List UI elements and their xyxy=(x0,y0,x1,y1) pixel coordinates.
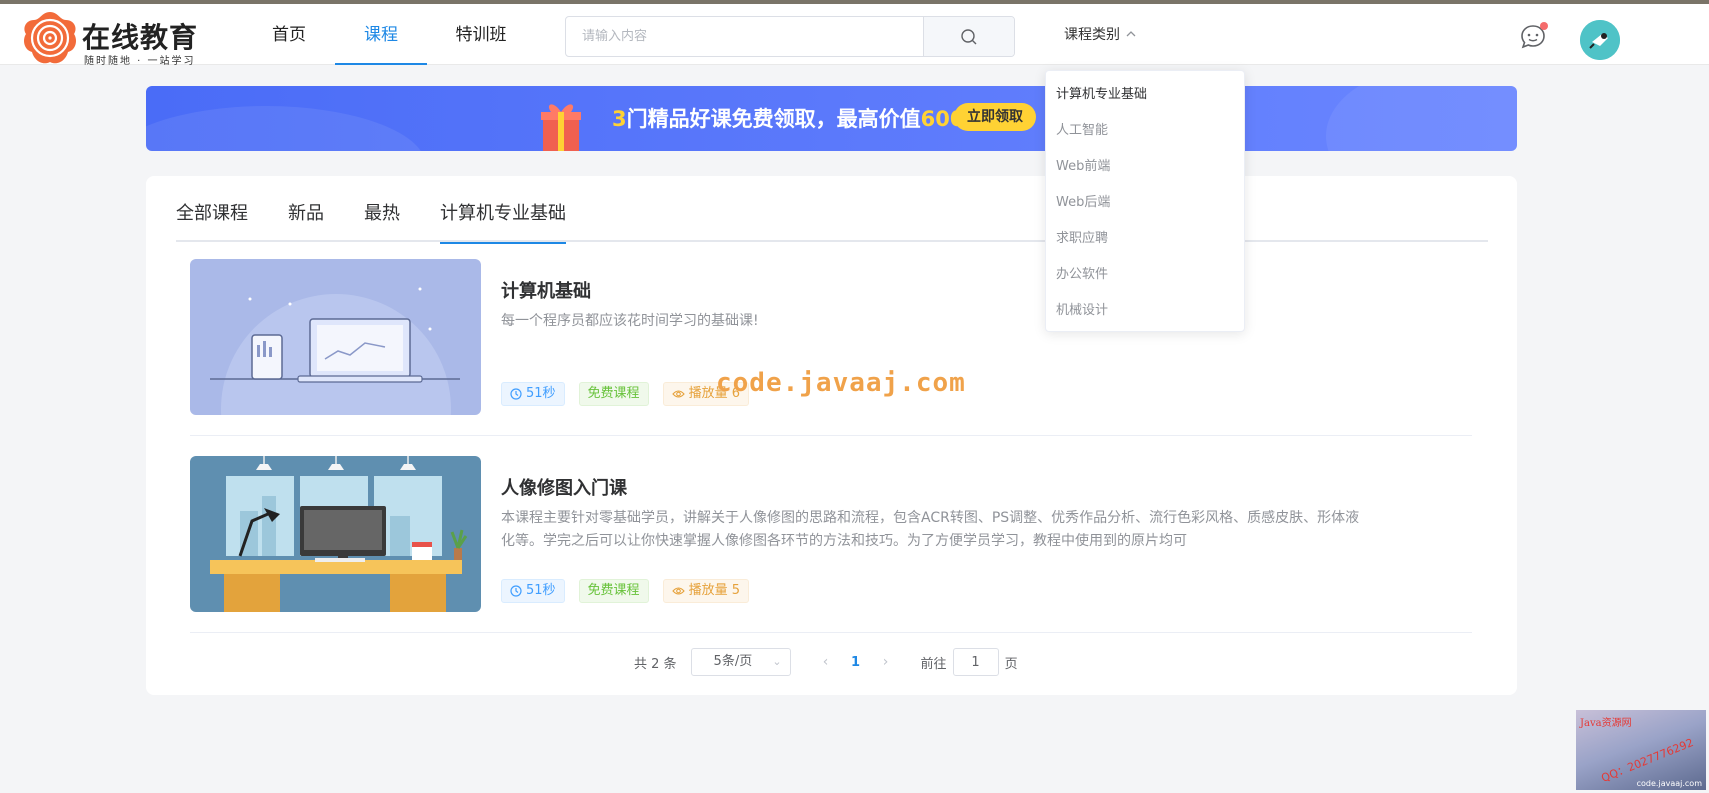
course-description: 本课程主要针对零基础学员，讲解关于人像修图的思路和流程，包含ACR转图、PS调整… xyxy=(501,510,1360,549)
banner-message: 门精品好课免费领取，最高价值 xyxy=(626,107,921,131)
notification-dot xyxy=(1540,22,1548,30)
category-item-computer-basics[interactable]: 计算机专业基础 xyxy=(1046,77,1244,113)
nav-home[interactable]: 首页 xyxy=(266,8,312,65)
site-logo[interactable]: 在线教育 随时随地 · 一站学习 xyxy=(20,10,210,67)
course-list-card: 全部课程 新品 最热 计算机专业基础 计算机基础 每一个程序员都应该花时间学习的… xyxy=(146,176,1517,695)
free-course-tag: 免费课程 xyxy=(578,382,649,406)
course-category-dropdown[interactable]: 课程类别 xyxy=(1064,24,1136,44)
category-item-job-hunting[interactable]: 求职应聘 xyxy=(1046,221,1244,257)
avatar-image xyxy=(1580,20,1620,60)
corner-watermark-title: Java资源网 xyxy=(1580,718,1632,729)
course-cover-image xyxy=(190,259,481,415)
page-suffix: 页 xyxy=(1004,656,1018,672)
goto-page-input[interactable] xyxy=(952,648,999,676)
next-page-button[interactable]: › xyxy=(871,654,901,670)
course-thumbnail[interactable] xyxy=(190,259,481,415)
duration-text: 51秒 xyxy=(526,386,556,401)
chevron-down-icon: ⌄ xyxy=(772,655,782,668)
logo-flower-icon xyxy=(24,12,76,64)
course-title[interactable]: 人像修图入门课 xyxy=(501,474,627,500)
page-size-select[interactable]: 5条/页 ⌄ xyxy=(690,648,791,676)
page-size-value: 5条/页 xyxy=(713,654,753,669)
search-box xyxy=(565,16,1015,57)
search-button[interactable] xyxy=(923,17,1014,56)
prev-page-button[interactable]: ‹ xyxy=(811,654,841,670)
course-thumbnail[interactable] xyxy=(190,456,481,612)
total-count: 共 2 条 xyxy=(634,656,677,672)
category-item-web-backend[interactable]: Web后端 xyxy=(1046,185,1244,221)
tab-new[interactable]: 新品 xyxy=(288,202,324,242)
course-cover-image xyxy=(190,456,481,612)
corner-watermark-image: Java资源网 QQ：2027776292 code.javaaj.com xyxy=(1576,710,1706,790)
duration-tag: 51秒 xyxy=(501,382,565,406)
claim-now-button[interactable]: 立即领取 xyxy=(954,103,1036,131)
promo-banner[interactable]: 3门精品好课免费领取，最高价值600元 立即领取 xyxy=(146,86,1517,151)
top-header: 在线教育 随时随地 · 一站学习 首页 课程 特训班 课程类别 xyxy=(0,4,1709,67)
logo-slogan: 随时随地 · 一站学习 xyxy=(84,56,196,67)
tab-all-courses[interactable]: 全部课程 xyxy=(176,202,248,242)
clock-icon xyxy=(510,388,522,400)
chevron-up-icon xyxy=(1126,31,1136,37)
duration-text: 51秒 xyxy=(526,583,556,598)
course-category-label: 课程类别 xyxy=(1064,27,1120,43)
category-dropdown-menu: 计算机专业基础 人工智能 Web前端 Web后端 求职应聘 办公软件 机械设计 xyxy=(1045,70,1245,332)
eye-icon xyxy=(671,587,685,595)
play-count-text: 播放量 5 xyxy=(688,583,740,598)
tab-computer-basics[interactable]: 计算机专业基础 xyxy=(440,202,566,244)
course-item: 计算机基础 每一个程序员都应该花时间学习的基础课! 51秒 免费课程 播放量 6 xyxy=(190,239,1472,436)
category-item-office-software[interactable]: 办公软件 xyxy=(1046,257,1244,293)
clock-icon xyxy=(510,585,522,597)
goto-label: 前往 xyxy=(920,656,947,672)
play-count-tag: 播放量 5 xyxy=(662,579,749,603)
search-input[interactable] xyxy=(566,17,924,56)
category-item-web-frontend[interactable]: Web前端 xyxy=(1046,149,1244,185)
duration-tag: 51秒 xyxy=(501,579,565,603)
course-item: 人像修图入门课 本课程主要针对零基础学员，讲解关于人像修图的思路和流程，包含AC… xyxy=(190,436,1472,633)
search-icon xyxy=(961,28,977,44)
gift-icon xyxy=(541,104,581,151)
nav-training[interactable]: 特训班 xyxy=(450,8,512,65)
nav-courses[interactable]: 课程 xyxy=(335,8,427,65)
page-number-current[interactable]: 1 xyxy=(841,655,871,670)
course-title[interactable]: 计算机基础 xyxy=(501,277,591,303)
corner-watermark-url: code.javaaj.com xyxy=(1636,779,1702,788)
user-avatar[interactable] xyxy=(1580,20,1620,60)
course-tags: 51秒 免费课程 播放量 5 xyxy=(501,579,749,603)
tab-hot[interactable]: 最热 xyxy=(364,202,400,242)
banner-decoration xyxy=(146,106,426,151)
category-item-mechanical-design[interactable]: 机械设计 xyxy=(1046,293,1244,329)
logo-title: 在线教育 xyxy=(82,21,199,54)
banner-text: 3门精品好课免费领取，最高价值600元 xyxy=(612,103,985,133)
watermark-overlay: code.javaaj.com xyxy=(716,368,966,398)
banner-decoration xyxy=(1326,86,1517,151)
course-tags: 51秒 免费课程 播放量 6 xyxy=(501,382,749,406)
banner-count: 3 xyxy=(612,107,627,131)
pagination: 共 2 条 5条/页 ⌄ ‹ 1 › 前往 页 xyxy=(634,648,1018,676)
eye-icon xyxy=(671,390,685,398)
course-tabs: 全部课程 新品 最热 计算机专业基础 xyxy=(176,202,1488,244)
category-item-ai[interactable]: 人工智能 xyxy=(1046,113,1244,149)
free-course-tag: 免费课程 xyxy=(578,579,649,603)
